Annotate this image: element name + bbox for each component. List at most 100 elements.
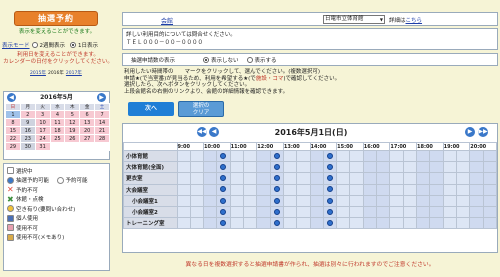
radio-2week[interactable] xyxy=(31,42,38,48)
slot-cell[interactable] xyxy=(349,172,364,185)
radio-hide-count[interactable] xyxy=(203,56,209,63)
calendar-day[interactable]: 1 xyxy=(5,110,21,119)
lottery-available-icon[interactable] xyxy=(326,186,333,193)
calendar-day[interactable]: 29 xyxy=(5,142,21,151)
slot-cell[interactable] xyxy=(389,161,404,174)
slot-cell[interactable] xyxy=(415,183,431,196)
calendar-day[interactable]: 8 xyxy=(5,118,21,127)
slot-cell[interactable] xyxy=(322,183,338,196)
slot-cell[interactable] xyxy=(309,194,324,207)
calendar-day[interactable]: 28 xyxy=(94,134,110,143)
calendar-day[interactable]: 4 xyxy=(49,110,66,119)
lottery-available-icon[interactable] xyxy=(273,219,280,226)
calendar-day[interactable]: 27 xyxy=(79,134,96,143)
slot-cell[interactable] xyxy=(256,161,271,174)
slot-cell[interactable] xyxy=(189,217,205,230)
slot-cell[interactable] xyxy=(429,149,444,163)
slot-cell[interactable] xyxy=(203,161,218,174)
slot-cell[interactable] xyxy=(269,217,284,230)
slot-cell[interactable] xyxy=(376,217,391,230)
lottery-available-icon[interactable] xyxy=(273,152,280,159)
slot-cell[interactable] xyxy=(309,205,324,219)
slot-cell[interactable] xyxy=(176,194,191,207)
slot-cell[interactable] xyxy=(282,194,298,207)
slot-cell[interactable] xyxy=(282,217,298,230)
slot-cell[interactable] xyxy=(216,205,231,219)
slot-cell[interactable] xyxy=(415,217,431,230)
calendar-day[interactable]: 2 xyxy=(19,110,36,119)
calendar-day[interactable]: 19 xyxy=(64,126,81,135)
slot-cell[interactable] xyxy=(309,149,324,163)
slot-cell[interactable] xyxy=(189,183,205,196)
slot-cell[interactable] xyxy=(216,161,231,174)
slot-cell[interactable] xyxy=(269,149,284,163)
calendar-day[interactable]: 3 xyxy=(34,110,51,119)
slot-cell[interactable] xyxy=(455,149,471,163)
clear-selection-button[interactable]: 選択の クリア xyxy=(178,101,224,117)
slot-cell[interactable] xyxy=(322,217,338,230)
calendar-day[interactable]: 26 xyxy=(64,134,81,143)
calendar-day[interactable]: 16 xyxy=(19,126,36,135)
slot-cell[interactable] xyxy=(402,217,417,230)
slot-cell[interactable] xyxy=(349,183,364,196)
slot-cell[interactable] xyxy=(455,161,471,174)
slot-cell[interactable] xyxy=(309,217,324,230)
slot-cell[interactable] xyxy=(482,205,498,219)
slot-cell[interactable] xyxy=(415,161,431,174)
slot-cell[interactable] xyxy=(429,183,444,196)
slot-cell[interactable] xyxy=(296,217,311,230)
lottery-available-icon[interactable] xyxy=(220,175,227,182)
slot-cell[interactable] xyxy=(469,161,484,174)
slot-cell[interactable] xyxy=(229,161,244,174)
calendar-day[interactable]: 14 xyxy=(94,118,110,127)
slot-cell[interactable] xyxy=(389,205,404,219)
slot-cell[interactable] xyxy=(455,205,471,219)
lottery-available-icon[interactable] xyxy=(273,186,280,193)
lottery-available-icon[interactable] xyxy=(220,219,227,226)
slot-cell[interactable] xyxy=(415,149,431,163)
calendar-next-icon[interactable]: ▶ xyxy=(97,93,106,102)
slot-cell[interactable] xyxy=(336,183,351,196)
slot-cell[interactable] xyxy=(389,217,404,230)
slot-cell[interactable] xyxy=(442,194,457,207)
slot-cell[interactable] xyxy=(362,205,378,219)
slot-cell[interactable] xyxy=(469,183,484,196)
slot-cell[interactable] xyxy=(176,161,191,174)
slot-cell[interactable] xyxy=(349,194,364,207)
slot-cell[interactable] xyxy=(189,161,205,174)
slot-cell[interactable] xyxy=(229,205,244,219)
calendar-day[interactable]: 7 xyxy=(94,110,110,119)
detail-link[interactable]: こちら xyxy=(406,18,423,24)
slot-cell[interactable] xyxy=(269,161,284,174)
slot-cell[interactable] xyxy=(362,217,378,230)
slot-cell[interactable] xyxy=(256,172,271,185)
slot-cell[interactable] xyxy=(455,172,471,185)
calendar-day[interactable]: 31 xyxy=(34,142,51,151)
calendar-day[interactable]: 9 xyxy=(19,118,36,127)
calendar-day[interactable]: 5 xyxy=(64,110,81,119)
lottery-available-icon[interactable] xyxy=(326,219,333,226)
slot-cell[interactable] xyxy=(429,194,444,207)
slot-cell[interactable] xyxy=(229,217,244,230)
slot-cell[interactable] xyxy=(482,149,498,163)
slot-cell[interactable] xyxy=(482,194,498,207)
slot-cell[interactable] xyxy=(429,217,444,230)
slot-cell[interactable] xyxy=(203,172,218,185)
calendar-prev-icon[interactable]: ◀ xyxy=(7,93,16,102)
facility-link[interactable]: 会館 xyxy=(161,16,173,25)
slot-cell[interactable] xyxy=(376,183,391,196)
lottery-available-icon[interactable] xyxy=(220,186,227,193)
slot-cell[interactable] xyxy=(229,194,244,207)
slot-cell[interactable] xyxy=(189,205,205,219)
slot-cell[interactable] xyxy=(469,217,484,230)
slot-cell[interactable] xyxy=(282,205,298,219)
slot-cell[interactable] xyxy=(216,183,231,196)
slot-cell[interactable] xyxy=(256,217,271,230)
calendar-day[interactable]: 22 xyxy=(5,134,21,143)
slot-cell[interactable] xyxy=(389,183,404,196)
slot-cell[interactable] xyxy=(389,172,404,185)
slot-cell[interactable] xyxy=(269,172,284,185)
slot-cell[interactable] xyxy=(349,205,364,219)
slot-cell[interactable] xyxy=(203,217,218,230)
lottery-available-icon[interactable] xyxy=(273,208,280,215)
